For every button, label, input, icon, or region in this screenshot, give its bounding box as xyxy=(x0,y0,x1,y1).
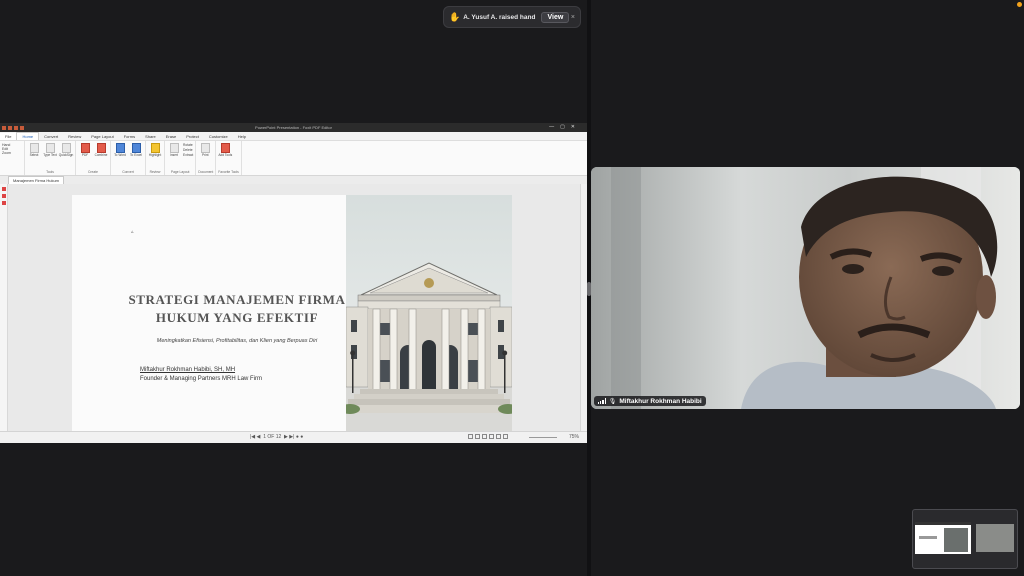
shared-screen[interactable]: PowerPoint Presentation - Foxit PDF Edit… xyxy=(0,123,587,443)
view-button[interactable]: View xyxy=(541,11,570,23)
pdf-icon xyxy=(80,143,90,153)
pen-icon xyxy=(61,143,71,153)
ribbon-group-create: PDF Combine Create xyxy=(76,141,111,175)
excel-icon xyxy=(131,143,141,153)
ribbon-group-tools: Select Type Text QuickSign Tools xyxy=(25,141,76,175)
menu-convert[interactable]: Convert xyxy=(39,133,63,140)
ribbon-panel-left: Hand Edit Zoom xyxy=(0,141,25,175)
close-icon[interactable]: × xyxy=(571,14,575,21)
select-button[interactable]: Select xyxy=(27,143,41,158)
pdf-button[interactable]: PDF xyxy=(78,143,92,158)
add-tools-button[interactable]: Add Tools xyxy=(218,143,232,158)
vertical-scrollbar[interactable] xyxy=(580,184,587,431)
view-facing-icon[interactable] xyxy=(482,434,487,439)
view-continuous-icon[interactable] xyxy=(475,434,480,439)
presenter-role: Founder & Managing Partners MRH Law Firm xyxy=(140,376,263,382)
self-view-thumbnail[interactable] xyxy=(912,509,1018,569)
raised-hand-notification: ✋ A. Yusuf A. raised hand View × xyxy=(443,6,581,28)
to-word-button[interactable]: To Word xyxy=(113,143,127,158)
group-label-favorite-tools: Favorite Tools xyxy=(218,170,239,174)
menu-file[interactable]: File xyxy=(0,133,17,140)
document-workarea: ▵ Strategi Manajemen Firma Hukum yang Ef… xyxy=(0,184,587,431)
window-title: PowerPoint Presentation - Foxit PDF Edit… xyxy=(255,125,332,130)
first-page-icon[interactable]: |◀ xyxy=(250,434,255,440)
print-icon xyxy=(200,143,210,153)
menu-erase[interactable]: Erase xyxy=(161,133,181,140)
menu-forms[interactable]: Forms xyxy=(119,133,140,140)
menu-help[interactable]: Help xyxy=(233,133,251,140)
self-view-shared-screen xyxy=(915,522,971,554)
window-controls[interactable]: —▢✕ xyxy=(549,124,581,130)
ribbon-group-review: Highlight Review xyxy=(146,141,165,175)
ribbon-group-page-layout: Insert Rotate Delete Extract Page Layout xyxy=(165,141,197,175)
highlight-icon xyxy=(150,143,160,153)
next-page-icon[interactable]: ▶ xyxy=(284,434,288,440)
rotate-button[interactable]: Rotate xyxy=(183,143,193,147)
play-icon[interactable]: ● xyxy=(300,434,303,440)
menu-share[interactable]: Share xyxy=(140,133,161,140)
prev-page-icon[interactable]: ◀ xyxy=(257,434,261,440)
self-view-camera xyxy=(976,524,1014,552)
activity-indicator xyxy=(1017,2,1022,7)
menu-review[interactable]: Review xyxy=(63,133,86,140)
signal-strength-icon xyxy=(598,398,606,404)
delete-button[interactable]: Delete xyxy=(183,148,193,152)
menu-protect[interactable]: Protect xyxy=(181,133,204,140)
select-icon xyxy=(29,143,39,153)
view-mode-buttons[interactable] xyxy=(468,434,508,439)
view-cover-icon[interactable] xyxy=(489,434,494,439)
notification-text: A. Yusuf A. raised hand xyxy=(463,13,536,21)
left-sidebar[interactable] xyxy=(0,184,8,431)
quicksign-button[interactable]: QuickSign xyxy=(59,143,73,158)
mouse-cursor-icon: ▵ xyxy=(131,229,134,235)
microphone-icon: 🎙 xyxy=(608,398,617,405)
record-icon[interactable]: ● xyxy=(296,434,299,440)
page-navigator[interactable]: |◀ ◀ 1 OF 12 ▶ ▶| ● ● xyxy=(250,434,303,440)
zoom-level[interactable]: 75% xyxy=(569,434,579,440)
ribbon: Hand Edit Zoom Select Type Text QuickSig… xyxy=(0,141,587,176)
type-text-button[interactable]: Type Text xyxy=(43,143,57,158)
combine-button[interactable]: Combine xyxy=(94,143,108,158)
print-button[interactable]: Print xyxy=(198,143,212,158)
zoom-slider[interactable] xyxy=(529,437,557,438)
zoom-tool[interactable]: Zoom xyxy=(2,151,11,155)
word-icon xyxy=(115,143,125,153)
status-bar: |◀ ◀ 1 OF 12 ▶ ▶| ● ● 75% xyxy=(0,431,587,443)
add-tools-icon xyxy=(220,143,230,153)
ribbon-group-document: Print Document xyxy=(196,141,217,175)
group-label-create: Create xyxy=(88,170,98,174)
participant-name-badge: 🎙 Miftakhur Rokhman Habibi xyxy=(594,396,706,406)
menu-home[interactable]: Home xyxy=(16,132,40,140)
group-label-tools: Tools xyxy=(46,170,54,174)
group-label-document: Document xyxy=(198,170,214,174)
ribbon-group-favorite-tools: Add Tools Favorite Tools xyxy=(216,141,242,175)
menu-bar: File Home Convert Review Page Layout For… xyxy=(0,132,587,141)
window-titlebar: PowerPoint Presentation - Foxit PDF Edit… xyxy=(0,123,587,132)
raised-hand-icon: ✋ xyxy=(449,11,461,22)
menu-customize[interactable]: Customize xyxy=(204,133,233,140)
participant-video xyxy=(591,167,1020,409)
courthouse-image xyxy=(346,195,512,431)
group-label-review: Review xyxy=(149,170,161,174)
extract-button[interactable]: Extract xyxy=(183,153,193,157)
presenter-name: Miftakhur Rokhman Habibi, SH, MH xyxy=(140,367,236,373)
group-label-page-layout: Page Layout xyxy=(170,170,190,174)
ribbon-group-convert: To Word To Excel Convert xyxy=(111,141,146,175)
insert-icon xyxy=(169,143,179,153)
highlight-button[interactable]: Highlight xyxy=(148,143,162,158)
group-label-convert: Convert xyxy=(122,170,134,174)
page-indicator[interactable]: 1 OF 12 xyxy=(263,434,281,440)
view-split-icon[interactable] xyxy=(496,434,501,439)
to-excel-button[interactable]: To Excel xyxy=(129,143,143,158)
text-icon xyxy=(45,143,55,153)
view-fit-icon[interactable] xyxy=(503,434,508,439)
insert-button[interactable]: Insert xyxy=(167,143,181,158)
slide-page: ▵ Strategi Manajemen Firma Hukum yang Ef… xyxy=(72,195,512,431)
view-single-icon[interactable] xyxy=(468,434,473,439)
participant-video-tile[interactable]: 🎙 Miftakhur Rokhman Habibi xyxy=(591,167,1020,409)
participant-name: Miftakhur Rokhman Habibi xyxy=(619,397,702,405)
last-page-icon[interactable]: ▶| xyxy=(289,434,294,440)
combine-icon xyxy=(96,143,106,153)
menu-page-layout[interactable]: Page Layout xyxy=(86,133,118,140)
